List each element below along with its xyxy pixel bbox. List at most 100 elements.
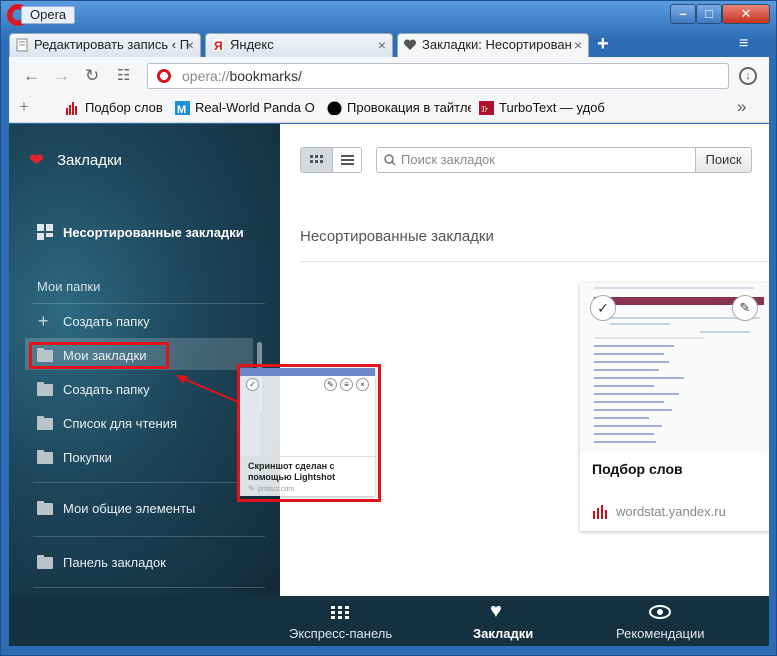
window-bottom-border: [9, 646, 769, 650]
sidebar-item-label: Создать папку: [63, 314, 150, 329]
sidebar-item-purchases[interactable]: Покупки: [37, 450, 112, 465]
thumb-line: [700, 331, 750, 333]
folder-icon: [37, 416, 53, 430]
browser-window: Opera – □ ✕ Редактировать запись ‹ П × Я…: [0, 0, 777, 656]
sidebar-item-bookmarks-bar[interactable]: Панель закладок: [37, 555, 166, 570]
thumb-line: [594, 361, 669, 363]
divider: [33, 536, 265, 537]
grid-view-button[interactable]: [301, 148, 332, 172]
edit-pencil-icon[interactable]: ✎: [732, 295, 758, 321]
sidebar-item-label: Мои общие элементы: [63, 501, 196, 516]
bottom-nav-recommendations[interactable]: Рекомендации: [616, 626, 705, 641]
bookmark-podbor-slov[interactable]: Подбор слов: [65, 100, 163, 115]
m-logo-icon: M: [175, 101, 190, 115]
reload-icon[interactable]: ↻: [85, 66, 99, 86]
select-check-icon[interactable]: ✓: [590, 295, 616, 321]
tab-close-icon[interactable]: ×: [186, 34, 194, 56]
download-icon[interactable]: ↓: [739, 67, 757, 85]
view-toggle: [300, 147, 362, 173]
search-placeholder: Поиск закладок: [401, 152, 495, 167]
tab-title: Яндекс: [230, 37, 274, 52]
bookmark-turbotext[interactable]: Tr TurboText — удобна: [479, 100, 605, 115]
wordstat-icon: [593, 505, 607, 519]
turbotext-icon: Tr: [479, 101, 494, 115]
section-title: Несортированные закладки: [300, 228, 494, 245]
thumb-line: [610, 323, 670, 325]
folder-icon: [37, 450, 53, 464]
url-path: bookmarks/: [229, 68, 302, 84]
search-button[interactable]: Поиск: [696, 147, 752, 173]
sidebar-item-create-folder[interactable]: Создать папку: [37, 382, 150, 397]
more-bookmarks-chevron-icon[interactable]: »: [737, 97, 746, 117]
card-title: Подбор слов: [592, 461, 683, 477]
thumb-line: [594, 425, 662, 427]
tab-menu-icon[interactable]: ≡: [739, 35, 748, 53]
tab-edit-post[interactable]: Редактировать запись ‹ П ×: [9, 33, 201, 57]
thumb-line: [594, 401, 664, 403]
bookmark-panda[interactable]: M Real-World Panda Op: [175, 100, 315, 115]
bookmark-label: TurboText — удобна: [499, 100, 605, 115]
svg-text:Я: Я: [214, 39, 223, 52]
list-view-button[interactable]: [332, 148, 361, 172]
thumb-line: [594, 345, 674, 347]
address-bar[interactable]: opera://bookmarks/: [147, 63, 729, 89]
speed-dial-grid-icon: [331, 606, 349, 619]
url-scheme: opera://: [182, 68, 230, 84]
tab-title: Редактировать запись ‹ П: [34, 37, 190, 52]
wordstat-icon: [66, 102, 77, 115]
bottom-nav-bookmarks[interactable]: Закладки: [473, 626, 533, 641]
back-arrow-icon[interactable]: ←: [23, 66, 40, 86]
thumb-line: [594, 287, 754, 289]
highlight-frame: [29, 342, 169, 369]
tab-yandex[interactable]: Я Яндекс ×: [205, 33, 393, 57]
sidebar-item-label: Создать папку: [63, 382, 150, 397]
folder-icon: [37, 382, 53, 396]
opera-menu-button[interactable]: Opera: [21, 6, 76, 24]
title-bar: Opera – □ ✕: [1, 1, 776, 31]
grid-icon: [310, 155, 323, 163]
maximize-button[interactable]: □: [696, 4, 722, 24]
yandex-icon: Я: [211, 38, 225, 52]
sidebar-item-label: Покупки: [63, 450, 112, 465]
minimize-button[interactable]: –: [670, 4, 696, 24]
tab-close-icon[interactable]: ×: [574, 34, 582, 56]
bookmark-card[interactable]: ✓ ✎ Подбор слов wordstat.yandex.ru: [580, 283, 769, 531]
highlight-frame: [237, 364, 381, 502]
tab-close-icon[interactable]: ×: [378, 34, 386, 56]
thumb-line: [610, 317, 710, 319]
bookmarks-bar: + Подбор слов M Real-World Panda Op Пров…: [9, 95, 769, 123]
thumb-line: [594, 353, 664, 355]
sidebar-title: Закладки: [57, 152, 122, 169]
drag-arrow-icon: [176, 375, 239, 403]
black-circle-icon: [327, 101, 342, 115]
bottom-nav-speed-dial[interactable]: Экспресс-панель: [289, 626, 392, 641]
bookmark-provokatsiya[interactable]: Провокация в тайтле: [327, 100, 471, 115]
divider: [33, 303, 265, 304]
svg-text:M: M: [177, 104, 186, 115]
heart-icon: ❤: [29, 150, 45, 170]
thumb-line: [594, 369, 659, 371]
bookmark-label: Real-World Panda Op: [195, 100, 315, 115]
sidebar-item-reading-list[interactable]: Список для чтения: [37, 416, 177, 431]
forward-arrow-icon[interactable]: →: [53, 66, 70, 86]
folder-icon: [37, 555, 53, 569]
thumb-line: [594, 441, 656, 443]
tab-bookmarks[interactable]: Закладки: Несортирован ×: [397, 33, 589, 58]
sidebar-item-unsorted[interactable]: Несортированные закладки: [63, 225, 244, 240]
sidebar-item-shared[interactable]: Мои общие элементы: [37, 501, 195, 516]
svg-text:Tr: Tr: [481, 105, 489, 114]
sidebar-create-folder[interactable]: + Создать папку: [37, 311, 150, 331]
page-icon: [16, 38, 28, 52]
search-input[interactable]: Поиск закладок: [376, 147, 696, 173]
thumb-line: [594, 433, 654, 435]
close-window-button[interactable]: ✕: [722, 4, 770, 24]
sidebar-section-my-folders: Мои папки: [37, 279, 101, 294]
new-tab-button[interactable]: +: [597, 33, 609, 56]
heart-icon: ♥: [490, 600, 502, 622]
speed-dial-icon[interactable]: ☷: [117, 66, 130, 84]
opera-o-icon: [157, 69, 171, 83]
add-bookmark-button[interactable]: +: [19, 97, 29, 117]
navigation-toolbar: ← → ↻ ☷ opera://bookmarks/ ↓: [9, 57, 769, 95]
thumb-line: [594, 409, 672, 411]
thumb-line: [594, 377, 684, 379]
